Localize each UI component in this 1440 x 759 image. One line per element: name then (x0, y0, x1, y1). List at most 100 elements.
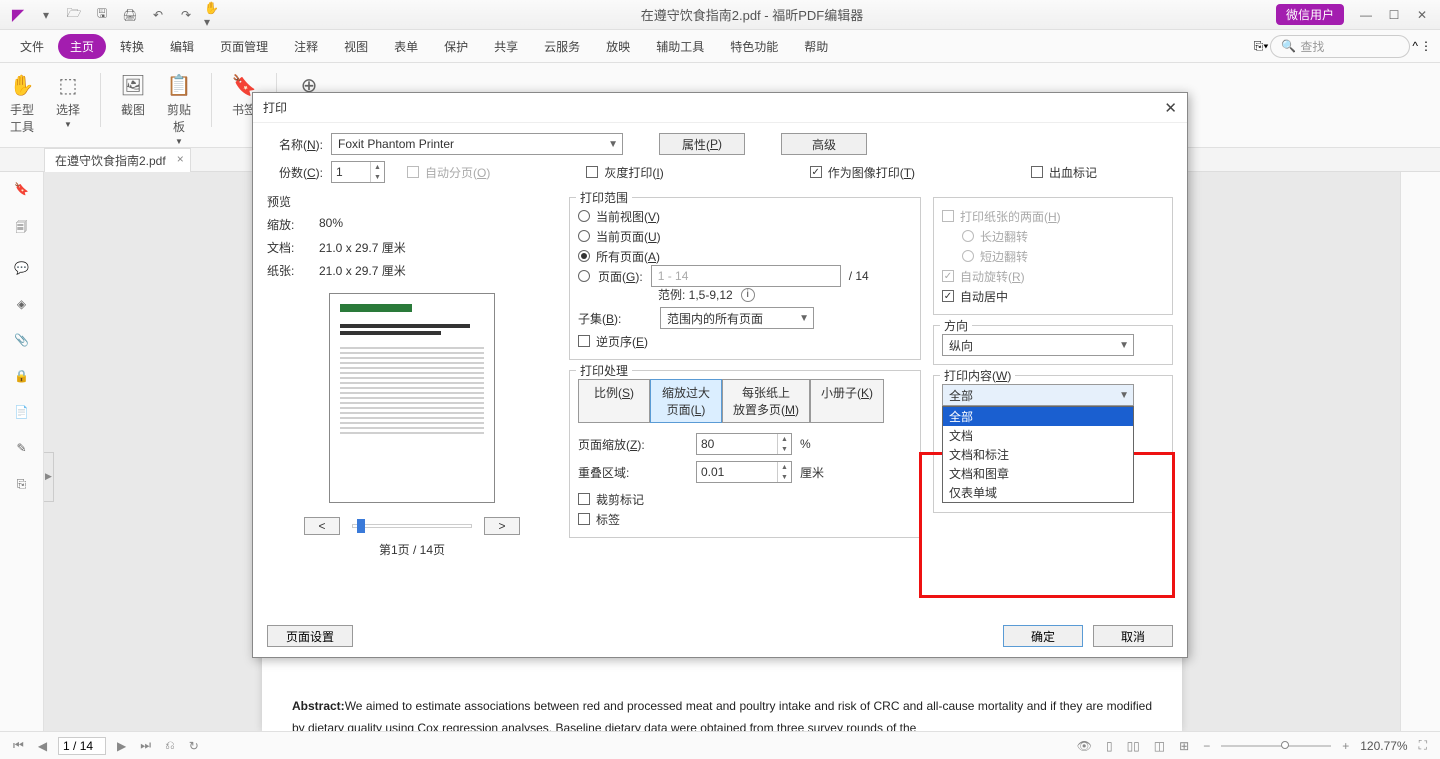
info-icon[interactable]: i (741, 288, 755, 302)
all-pages-radio[interactable]: 所有页面(A) (578, 246, 912, 266)
menu-share[interactable]: 共享 (482, 34, 530, 59)
wechat-user-badge[interactable]: 微信用户 (1276, 4, 1344, 25)
preview-prev-button[interactable]: < (304, 517, 340, 535)
menu-form[interactable]: 表单 (382, 34, 430, 59)
properties-button[interactable]: 属性(P) (659, 133, 745, 155)
maximize-icon[interactable]: ☐ (1384, 5, 1404, 25)
search-input[interactable]: 🔍 查找 (1270, 35, 1410, 58)
comments-panel-icon[interactable]: 💬 (14, 261, 29, 275)
tab-close-icon[interactable]: × (177, 152, 184, 166)
layers-panel-icon[interactable]: ◈ (17, 297, 26, 311)
qat-hand-icon[interactable]: ✋▾ (204, 5, 224, 25)
dialog-close-icon[interactable]: ✕ (1164, 99, 1177, 117)
layout2-icon[interactable]: ▯▯ (1124, 739, 1143, 753)
first-page-icon[interactable]: ⏮ (10, 738, 27, 753)
menu-assist[interactable]: 辅助工具 (644, 34, 716, 59)
zoom-slider[interactable] (1221, 745, 1331, 747)
layout1-icon[interactable]: ▯ (1103, 739, 1116, 753)
dialog-titlebar[interactable]: 打印 ✕ (253, 93, 1187, 123)
zoom-out-icon[interactable]: − (1200, 739, 1213, 753)
qat-save2-icon[interactable]: 🖫 (92, 5, 112, 25)
preview-next-button[interactable]: > (484, 517, 520, 535)
view-fwd-icon[interactable]: ↻ (186, 739, 202, 753)
qat-open-icon[interactable]: 🗁 (64, 5, 84, 25)
current-view-radio[interactable]: 当前视图(V) (578, 206, 912, 226)
attachments-panel-icon[interactable]: 📎 (14, 333, 29, 347)
crop-marks-check[interactable]: 裁剪标记 (578, 489, 912, 509)
page-setup-button[interactable]: 页面设置 (267, 625, 353, 647)
copies-spinner[interactable]: 1▲▼ (331, 161, 385, 183)
menu-special[interactable]: 特色功能 (718, 34, 790, 59)
layout4-icon[interactable]: ⊞ (1176, 739, 1192, 753)
opt-form-only[interactable]: 仅表单域 (943, 483, 1133, 502)
document-tab[interactable]: 在遵守饮食指南2.pdf × (44, 148, 191, 172)
qat-undo-icon[interactable]: ↶ (148, 5, 168, 25)
qat-save-icon[interactable]: ▾ (36, 5, 56, 25)
ribbon-opts-icon[interactable]: ⎘▾ (1254, 39, 1269, 54)
page-input[interactable] (58, 737, 106, 755)
pages-radio[interactable]: 页面(G): 1 - 14 / 14 (578, 266, 912, 286)
seg-scale[interactable]: 比例(S) (578, 379, 650, 423)
current-page-radio[interactable]: 当前页面(U) (578, 226, 912, 246)
menu-help[interactable]: 帮助 (792, 34, 840, 59)
signature-panel-icon[interactable]: ✎ (16, 441, 26, 455)
more-icon[interactable]: ⋮ (1420, 39, 1432, 53)
tool-clipboard[interactable]: 📋剪贴 板▼ (165, 67, 193, 146)
grayscale-check[interactable]: 灰度打印(I) (586, 162, 663, 182)
view-mode-icon[interactable]: 👁 (1074, 739, 1095, 753)
preview-slider[interactable] (352, 524, 472, 528)
opt-doc-stamp[interactable]: 文档和图章 (943, 464, 1133, 483)
menu-page-mgmt[interactable]: 页面管理 (208, 34, 280, 59)
tool-snapshot[interactable]: 🖼截图 (119, 67, 147, 118)
subset-dropdown[interactable]: 范围内的所有页面▼ (660, 307, 814, 329)
pages-panel-icon[interactable]: 🗐 (16, 218, 28, 239)
close-icon[interactable]: ✕ (1412, 5, 1432, 25)
menu-comment[interactable]: 注释 (282, 34, 330, 59)
pages-input[interactable]: 1 - 14 (651, 265, 841, 287)
print-content-dropdown[interactable]: 全部▼ (942, 384, 1134, 406)
copy-panel-icon[interactable]: ⎘ (17, 477, 27, 492)
as-image-check[interactable]: 作为图像打印(T) (810, 162, 915, 182)
last-page-icon[interactable]: ⏭ (137, 738, 154, 753)
minimize-icon[interactable]: — (1356, 5, 1376, 25)
menu-protect[interactable]: 保护 (432, 34, 480, 59)
layout3-icon[interactable]: ◫ (1151, 739, 1168, 753)
menu-edit[interactable]: 编辑 (158, 34, 206, 59)
seg-booklet[interactable]: 小册子(K) (810, 379, 884, 423)
menu-file[interactable]: 文件 (8, 34, 56, 59)
menu-convert[interactable]: 转换 (108, 34, 156, 59)
security-panel-icon[interactable]: 🔒 (14, 369, 29, 383)
tool-hand[interactable]: ✋手型 工具 (8, 67, 36, 135)
qat-redo-icon[interactable]: ↷ (176, 5, 196, 25)
bleed-check[interactable]: 出血标记 (1031, 162, 1097, 182)
opt-doc-annot[interactable]: 文档和标注 (943, 445, 1133, 464)
next-page-icon[interactable]: ▶ (114, 739, 129, 753)
prev-page-icon[interactable]: ◀ (35, 739, 50, 753)
auto-center-check[interactable]: 自动居中 (942, 286, 1164, 306)
zoom-in-icon[interactable]: + (1339, 739, 1352, 753)
orientation-dropdown[interactable]: 纵向▼ (942, 334, 1134, 356)
overlap-spinner[interactable]: 0.01▲▼ (696, 461, 792, 483)
menu-cloud[interactable]: 云服务 (532, 34, 592, 59)
fullscreen-icon[interactable]: ⛶ (1416, 738, 1430, 753)
ok-button[interactable]: 确定 (1003, 625, 1083, 647)
bookmark-panel-icon[interactable]: 🔖 (14, 182, 29, 196)
printer-dropdown[interactable]: Foxit Phantom Printer▼ (331, 133, 623, 155)
page-zoom-spinner[interactable]: 80▲▼ (696, 433, 792, 455)
menu-foxit[interactable]: 放映 (594, 34, 642, 59)
view-back-icon[interactable]: ⎌ (162, 738, 178, 753)
menu-home[interactable]: 主页 (58, 34, 106, 59)
tool-select[interactable]: ⬚选择▼ (54, 67, 82, 129)
opt-all[interactable]: 全部 (943, 407, 1133, 426)
advanced-button[interactable]: 高级 (781, 133, 867, 155)
labels-check[interactable]: 标签 (578, 509, 912, 529)
seg-fit[interactable]: 缩放过大页面(L) (650, 379, 722, 423)
seg-multi[interactable]: 每张纸上放置多页(M) (722, 379, 810, 423)
opt-doc[interactable]: 文档 (943, 426, 1133, 445)
collapse-ribbon-icon[interactable]: ^ (1412, 39, 1418, 53)
menu-view[interactable]: 视图 (332, 34, 380, 59)
cancel-button[interactable]: 取消 (1093, 625, 1173, 647)
reverse-check[interactable]: 逆页序(E) (578, 331, 912, 351)
qat-print-icon[interactable]: 🖨 (120, 5, 140, 25)
content-panel-icon[interactable]: 📄 (14, 405, 29, 419)
